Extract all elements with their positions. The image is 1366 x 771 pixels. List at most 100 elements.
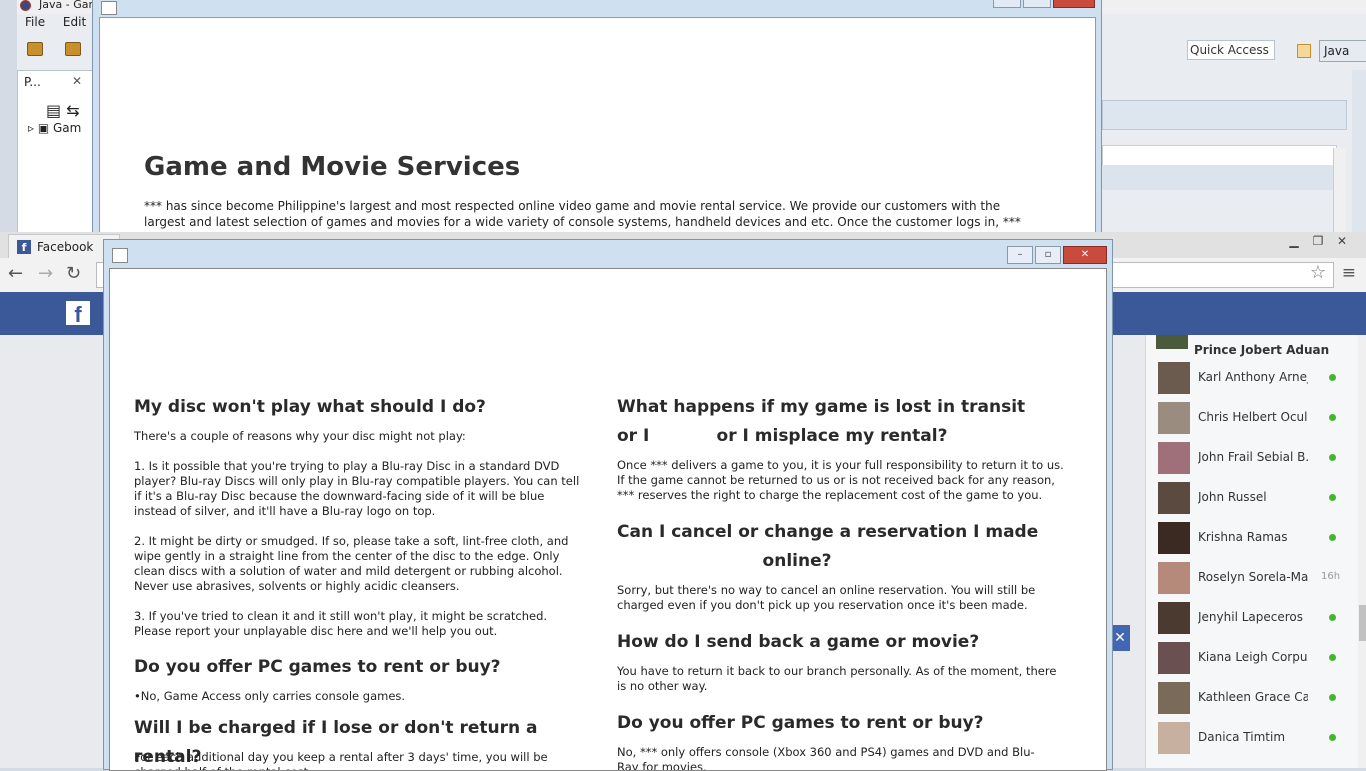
editor-panel [1102, 70, 1347, 240]
panel-scrollbar[interactable] [1333, 148, 1346, 240]
faq-question: My disc won't play what should I do? [134, 397, 486, 417]
tree-item-project[interactable]: ▹ ▣ Gam [28, 121, 81, 135]
back-arrow-icon[interactable]: ← [8, 263, 23, 284]
contact-name: Kiana Leigh Corpuz [1198, 650, 1308, 664]
avatar [1156, 335, 1188, 349]
panel-content [1102, 145, 1337, 167]
chat-contact[interactable]: Jenyhil Lapeceros [1146, 598, 1356, 638]
maximize-button[interactable]: ▫ [1035, 246, 1061, 264]
online-status-dot [1329, 694, 1336, 701]
collapse-all-icon[interactable]: ▤ ⇆ [46, 101, 80, 120]
avatar [1158, 522, 1190, 554]
minimize-button[interactable]: ▁ [1282, 234, 1306, 248]
java-window-services: Game and Movie Services *** has since be… [92, 0, 1102, 243]
online-status-dot [1329, 414, 1336, 421]
menu-file[interactable]: File [25, 15, 45, 29]
tab-label: Facebook [37, 240, 94, 254]
facebook-logo-icon[interactable]: f [66, 301, 90, 327]
contact-name: John Russel [1198, 490, 1267, 504]
faq-question-cont: online? [762, 551, 832, 571]
faq-panel: My disc won't play what should I do? The… [109, 268, 1107, 771]
eclipse-icon [20, 0, 31, 11]
contact-name: Kathleen Grace Cal... [1198, 690, 1308, 704]
contact-name: Krishna Ramas [1198, 530, 1288, 544]
chat-close-icon[interactable]: ✕ [1110, 625, 1130, 651]
faq-answer: No, *** only offers console (Xbox 360 an… [617, 745, 1035, 771]
contact-name: Danica Timtim [1198, 730, 1286, 744]
faq-question: Do you offer PC games to rent or buy? [617, 713, 984, 733]
avatar [1158, 402, 1190, 434]
faq-answer: You have to return it back to our branch… [617, 664, 1057, 693]
open-perspective-icon[interactable] [1297, 44, 1311, 58]
contact-name: John Frail Sebial B... [1198, 450, 1308, 464]
faq-question: How do I send back a game or movie? [617, 632, 980, 652]
eclipse-title: Java - Gar [39, 0, 93, 11]
chat-contact[interactable]: Krishna Ramas [1146, 518, 1356, 558]
faq-answer: Once *** delivers a game to you, it is y… [617, 458, 1064, 502]
faq-answer: Sorry, but there's no way to cancel an o… [617, 583, 1036, 612]
faq-question: Do you offer PC games to rent or buy? [134, 657, 501, 677]
last-active-time: 16h [1321, 571, 1341, 582]
java-window-faq: – ▫ ✕ My disc won't play what should I do?… [103, 239, 1113, 771]
new-project-icon[interactable] [27, 42, 43, 56]
avatar [1158, 482, 1190, 514]
facebook-icon: f [17, 240, 31, 254]
chat-scrollbar[interactable] [1358, 335, 1366, 768]
faq-question: Can I cancel or change a reservation I m… [617, 522, 1039, 542]
contact-name: Karl Anthony Arnejo [1198, 370, 1308, 384]
minimize-button[interactable]: – [1007, 246, 1033, 264]
panel-footer [1102, 165, 1335, 190]
avatar [1158, 642, 1190, 674]
online-status-dot [1329, 534, 1336, 541]
menu-edit[interactable]: Edit [63, 15, 86, 29]
avatar [1158, 682, 1190, 714]
chat-contact[interactable]: Kathleen Grace Cal... [1146, 678, 1356, 718]
online-status-dot [1329, 734, 1336, 741]
chat-contact[interactable]: Roselyn Sorela-Ma... 16h [1146, 558, 1356, 598]
eclipse-menubar: File Edit [17, 15, 92, 31]
close-icon[interactable]: ✕ [72, 74, 82, 88]
java-perspective-button[interactable]: Java [1319, 40, 1366, 62]
contact-name: Roselyn Sorela-Ma... [1198, 570, 1308, 584]
contact-name: Jenyhil Lapeceros [1198, 610, 1303, 624]
contact-name: Prince Jobert Aduan [1194, 343, 1330, 357]
close-button[interactable] [1053, 0, 1095, 8]
faq-answer: •No, Game Access only carries console ga… [134, 689, 406, 703]
chat-contact[interactable]: John Russel [1146, 478, 1356, 518]
chat-contact[interactable]: Chris Helbert Oculam [1146, 398, 1356, 438]
quick-access-input[interactable]: Quick Access [1187, 40, 1275, 60]
window-controls [991, 0, 1095, 12]
maximize-button[interactable] [1023, 0, 1051, 8]
java-app-icon [101, 1, 117, 15]
eclipse-sidebar [1352, 70, 1366, 240]
panel-toolbar [1102, 100, 1347, 130]
avatar [1158, 602, 1190, 634]
faq-question-cont: or I misplace my rental? [716, 426, 948, 446]
services-panel: Game and Movie Services *** has since be… [99, 17, 1096, 243]
chat-contact[interactable]: Danica Timtim [1146, 718, 1356, 758]
menu-icon[interactable]: ≡ [1342, 263, 1356, 283]
package-explorer: P... ✕ ▤ ⇆ ▹ ▣ Gam [17, 70, 94, 242]
chat-contact[interactable]: Kiana Leigh Corpuz [1146, 638, 1356, 678]
close-button[interactable]: ✕ [1063, 246, 1107, 264]
minimize-button[interactable] [993, 0, 1021, 8]
chat-contact[interactable]: Karl Anthony Arnejo [1146, 358, 1356, 398]
chat-contact[interactable]: John Frail Sebial B... [1146, 438, 1356, 478]
new-file-icon[interactable] [65, 42, 81, 56]
browser-window-controls: ▁ ❐ ✕ [1282, 234, 1354, 248]
bookmark-star-icon[interactable]: ☆ [1310, 262, 1326, 283]
faq-answer: There's a couple of reasons why your dis… [134, 429, 580, 638]
online-status-dot [1329, 494, 1336, 501]
close-button[interactable]: ✕ [1330, 234, 1354, 248]
page-title: Game and Movie Services [144, 152, 521, 182]
java-app-icon [112, 248, 128, 263]
contact-name: Chris Helbert Oculam [1198, 410, 1308, 424]
restore-button[interactable]: ❐ [1306, 234, 1330, 248]
scrollbar-thumb[interactable] [1359, 605, 1366, 641]
package-explorer-tab[interactable]: P... [24, 75, 41, 89]
online-status-dot [1329, 454, 1336, 461]
reload-icon[interactable]: ↻ [66, 263, 81, 284]
online-status-dot [1329, 654, 1336, 661]
forward-arrow-icon[interactable]: → [38, 263, 53, 284]
avatar [1158, 362, 1190, 394]
